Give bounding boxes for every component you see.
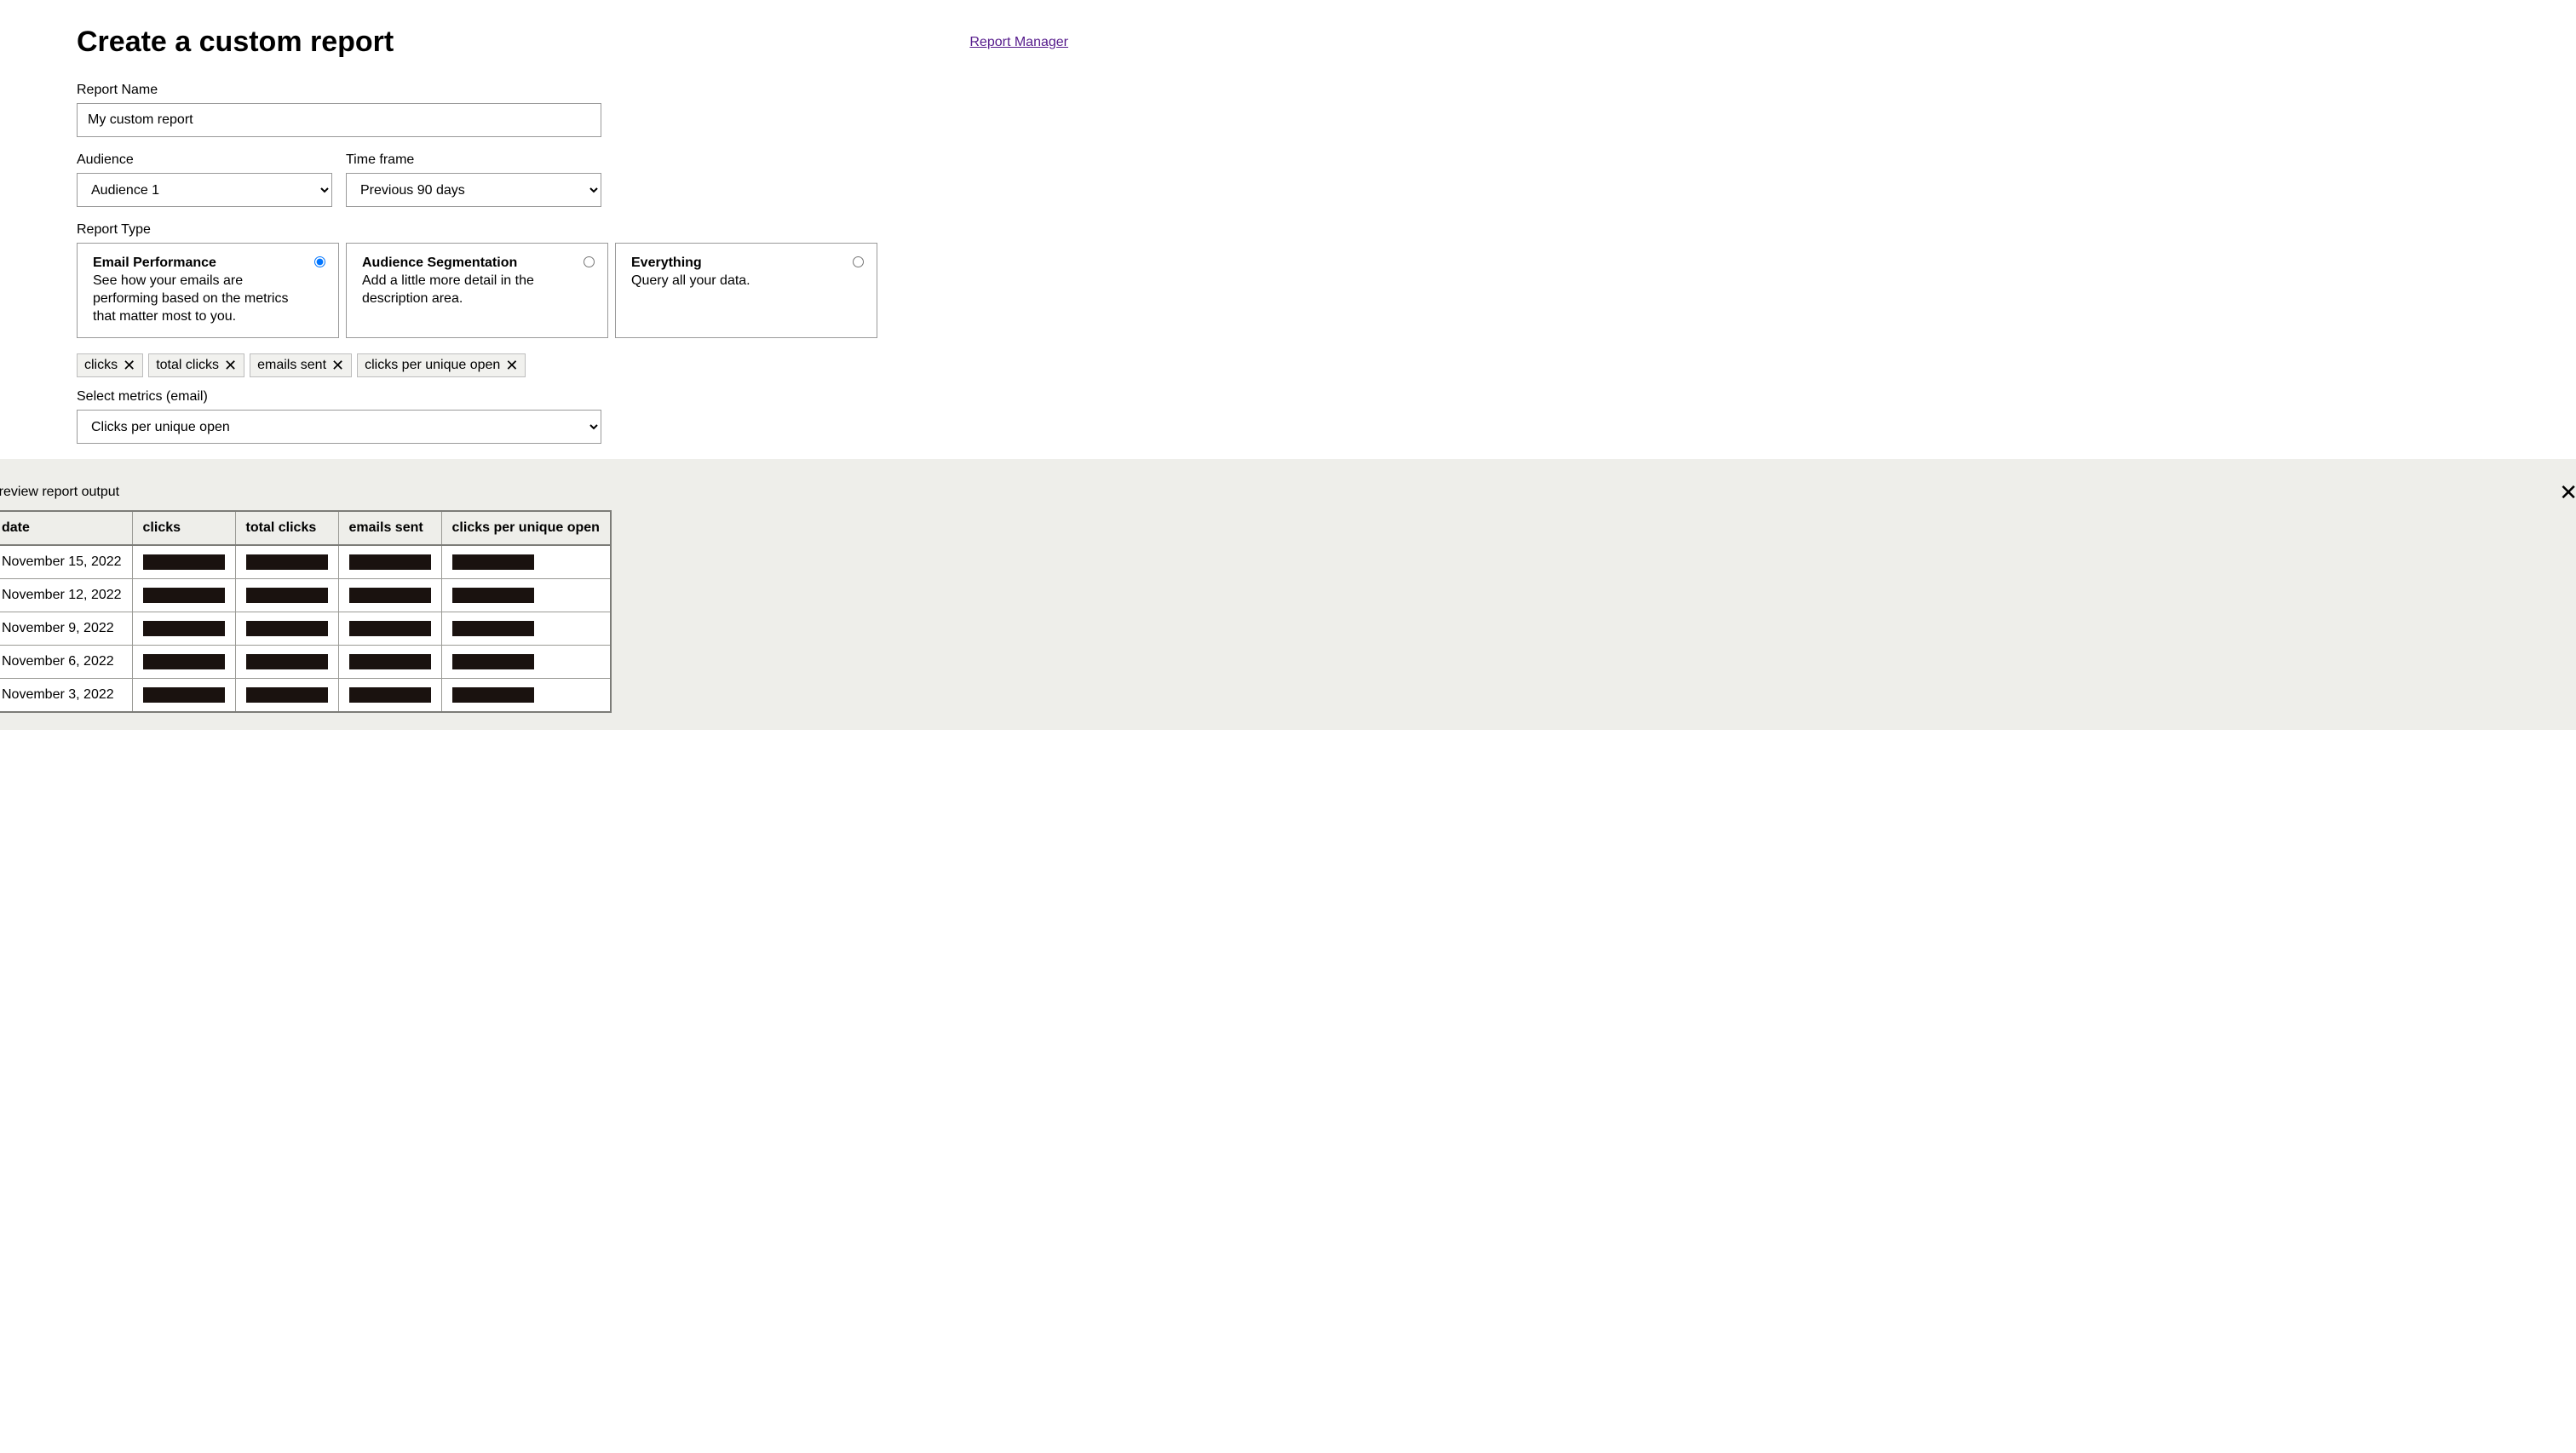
report-type-desc: Add a little more detail in the descript… bbox=[362, 273, 592, 308]
table-cell-redacted bbox=[132, 612, 235, 646]
close-icon[interactable]: ✕ bbox=[123, 358, 135, 373]
report-type-desc: Query all your data. bbox=[631, 273, 861, 290]
redacted-bar bbox=[143, 554, 225, 570]
report-type-radio[interactable] bbox=[314, 256, 325, 267]
report-name-input[interactable] bbox=[77, 103, 601, 137]
table-cell-redacted bbox=[235, 612, 338, 646]
metric-chip[interactable]: total clicks ✕ bbox=[148, 353, 244, 377]
redacted-bar bbox=[349, 621, 431, 636]
audience-label: Audience bbox=[77, 152, 332, 168]
table-header: total clicks bbox=[235, 511, 338, 545]
table-header: clicks per unique open bbox=[441, 511, 611, 545]
table-row: November 3, 2022 bbox=[0, 679, 611, 713]
table-cell-date: November 15, 2022 bbox=[0, 545, 132, 579]
metric-chip[interactable]: clicks ✕ bbox=[77, 353, 143, 377]
redacted-bar bbox=[143, 588, 225, 603]
table-cell-redacted bbox=[235, 545, 338, 579]
report-type-title: Email Performance bbox=[93, 256, 323, 271]
table-cell-redacted bbox=[132, 646, 235, 679]
table-cell-date: November 12, 2022 bbox=[0, 579, 132, 612]
table-row: November 9, 2022 bbox=[0, 612, 611, 646]
redacted-bar bbox=[452, 654, 534, 669]
close-icon[interactable]: ✕ bbox=[505, 358, 518, 373]
metric-chip-label: clicks per unique open bbox=[365, 358, 500, 373]
table-cell-redacted bbox=[441, 646, 611, 679]
metric-chip[interactable]: emails sent ✕ bbox=[250, 353, 352, 377]
redacted-bar bbox=[246, 588, 328, 603]
redacted-bar bbox=[143, 654, 225, 669]
table-cell-redacted bbox=[338, 545, 441, 579]
report-type-desc: See how your emails are performing based… bbox=[93, 273, 323, 325]
table-header: emails sent bbox=[338, 511, 441, 545]
redacted-bar bbox=[246, 687, 328, 703]
metrics-select[interactable]: Clicks per unique open bbox=[77, 410, 601, 444]
redacted-bar bbox=[349, 654, 431, 669]
report-type-title: Everything bbox=[631, 256, 861, 271]
audience-select[interactable]: Audience 1 bbox=[77, 173, 332, 207]
report-type-card[interactable]: Email Performance See how your emails are… bbox=[77, 243, 339, 338]
redacted-bar bbox=[452, 687, 534, 703]
redacted-bar bbox=[349, 687, 431, 703]
preview-table: dateclickstotal clicksemails sentclicks … bbox=[0, 510, 612, 713]
table-cell-redacted bbox=[338, 646, 441, 679]
report-manager-link[interactable]: Report Manager bbox=[969, 35, 1068, 50]
table-cell-date: November 9, 2022 bbox=[0, 612, 132, 646]
table-cell-redacted bbox=[132, 679, 235, 713]
table-cell-redacted bbox=[338, 612, 441, 646]
table-cell-redacted bbox=[235, 579, 338, 612]
table-cell-redacted bbox=[235, 646, 338, 679]
time-frame-label: Time frame bbox=[346, 152, 601, 168]
report-type-radio[interactable] bbox=[584, 256, 595, 267]
close-icon[interactable]: ✕ bbox=[331, 358, 344, 373]
redacted-bar bbox=[349, 554, 431, 570]
report-type-card[interactable]: Audience Segmentation Add a little more d… bbox=[346, 243, 608, 338]
table-row: November 12, 2022 bbox=[0, 579, 611, 612]
redacted-bar bbox=[349, 588, 431, 603]
redacted-bar bbox=[452, 554, 534, 570]
redacted-bar bbox=[246, 621, 328, 636]
report-type-radio[interactable] bbox=[853, 256, 864, 267]
table-cell-redacted bbox=[441, 545, 611, 579]
table-cell-redacted bbox=[132, 579, 235, 612]
redacted-bar bbox=[143, 621, 225, 636]
close-icon[interactable]: ✕ bbox=[224, 358, 237, 373]
redacted-bar bbox=[246, 654, 328, 669]
table-header: clicks bbox=[132, 511, 235, 545]
close-icon[interactable]: ✕ bbox=[2559, 481, 2576, 503]
metrics-label: Select metrics (email) bbox=[77, 389, 1068, 405]
preview-label: Preview report output bbox=[0, 485, 2576, 500]
report-type-label: Report Type bbox=[77, 222, 1068, 238]
table-row: November 15, 2022 bbox=[0, 545, 611, 579]
table-header: date bbox=[0, 511, 132, 545]
redacted-bar bbox=[452, 621, 534, 636]
page-title: Create a custom report bbox=[77, 26, 394, 59]
table-cell-redacted bbox=[441, 679, 611, 713]
metric-chip[interactable]: clicks per unique open ✕ bbox=[357, 353, 526, 377]
table-cell-redacted bbox=[338, 679, 441, 713]
table-cell-redacted bbox=[338, 579, 441, 612]
redacted-bar bbox=[452, 588, 534, 603]
redacted-bar bbox=[143, 687, 225, 703]
report-type-card[interactable]: Everything Query all your data. bbox=[615, 243, 877, 338]
metric-chip-label: total clicks bbox=[156, 358, 219, 373]
metric-chip-label: clicks bbox=[84, 358, 118, 373]
table-cell-redacted bbox=[441, 579, 611, 612]
table-cell-date: November 3, 2022 bbox=[0, 679, 132, 713]
time-frame-select[interactable]: Previous 90 days bbox=[346, 173, 601, 207]
table-cell-redacted bbox=[235, 679, 338, 713]
table-cell-redacted bbox=[441, 612, 611, 646]
table-cell-redacted bbox=[132, 545, 235, 579]
metric-chip-label: emails sent bbox=[257, 358, 326, 373]
table-row: November 6, 2022 bbox=[0, 646, 611, 679]
redacted-bar bbox=[246, 554, 328, 570]
report-name-label: Report Name bbox=[77, 83, 1068, 98]
table-cell-date: November 6, 2022 bbox=[0, 646, 132, 679]
report-type-title: Audience Segmentation bbox=[362, 256, 592, 271]
